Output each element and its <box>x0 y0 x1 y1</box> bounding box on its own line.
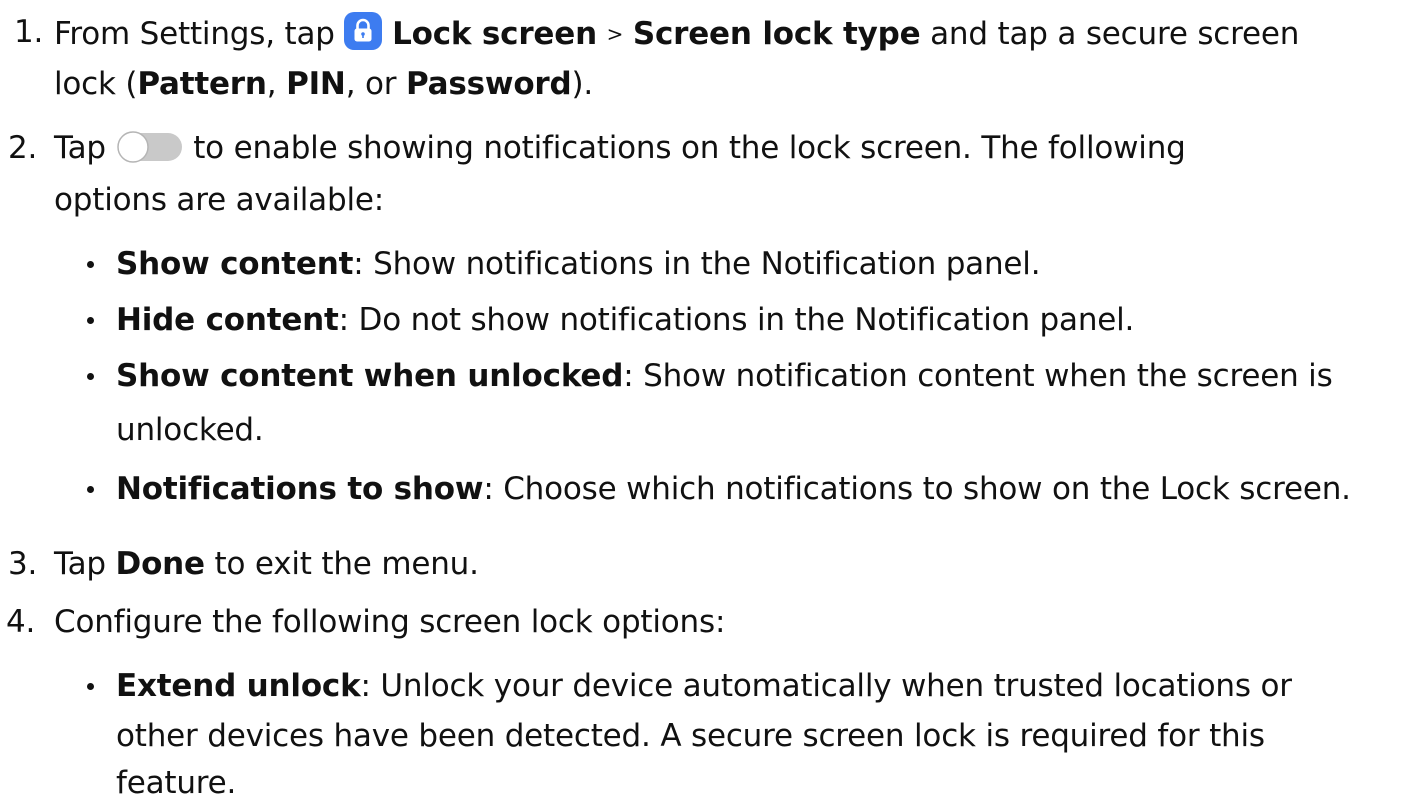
step-3-line-1: Tap Done to exit the menu. <box>54 544 479 584</box>
password-label: Password <box>405 66 572 102</box>
lock-icon <box>344 12 383 50</box>
step-1-line-2: lock (Pattern, PIN, or Password). <box>54 64 593 104</box>
option-desc: other devices have been detected. A secu… <box>116 718 1265 754</box>
option-line: Hide content: Do not show notifications … <box>116 300 1134 340</box>
step-text: ). <box>571 66 594 102</box>
step-number: 2. <box>8 130 38 166</box>
option-line: Notifications to show: Choose which noti… <box>116 469 1351 509</box>
step-text: to exit the menu. <box>214 546 479 582</box>
pin-label: PIN <box>286 66 346 102</box>
step-number: 1. <box>14 14 44 50</box>
option-line: Extend unlock: Unlock your device automa… <box>116 666 1292 706</box>
step-text: lock ( <box>54 66 138 102</box>
toggle-icon <box>116 131 182 163</box>
step-1-line-1: From Settings, tap Lock screen > Screen … <box>54 12 1299 54</box>
bullet <box>87 261 94 268</box>
option-term: Notifications to show <box>116 471 484 507</box>
step-text: and tap a secure screen <box>930 16 1300 52</box>
bullet <box>87 486 94 493</box>
option-term: Show content when unlocked <box>116 358 624 394</box>
option-line-cont: unlocked. <box>116 410 264 450</box>
step-text: Configure the following screen lock opti… <box>54 604 726 640</box>
step-number: 3. <box>8 546 38 582</box>
bullet <box>87 683 94 690</box>
instructions-page: 1. From Settings, tap Lock screen > Scre… <box>0 0 1428 801</box>
option-desc: unlocked. <box>116 412 264 448</box>
bullet <box>87 373 94 380</box>
option-desc: : Unlock your device automatically when … <box>360 668 1292 704</box>
screen-lock-type-label: Screen lock type <box>632 16 921 52</box>
step-text: options are available: <box>54 182 384 218</box>
option-term: Show content <box>116 246 354 282</box>
option-desc: : Show notification content when the scr… <box>623 358 1333 394</box>
step-text: to enable showing notifications on the l… <box>193 130 1186 166</box>
option-desc: feature. <box>116 765 237 801</box>
option-line: Show content: Show notifications in the … <box>116 244 1041 284</box>
option-line-cont: feature. <box>116 763 236 803</box>
option-term: Hide content <box>116 302 339 338</box>
step-2-line-2: options are available: <box>54 180 384 220</box>
step-text: , <box>266 66 277 102</box>
step-text: From Settings, tap <box>54 16 335 52</box>
option-term: Extend unlock <box>116 668 361 704</box>
pattern-label: Pattern <box>137 66 267 102</box>
step-text: Tap <box>54 546 106 582</box>
chevron-right-separator: > <box>606 22 624 46</box>
step-2-line-1: Tap to enable showing notifications on t… <box>54 128 1186 168</box>
lock-screen-label: Lock screen <box>392 16 597 52</box>
bullet <box>87 317 94 324</box>
step-text: Tap <box>54 130 106 166</box>
option-desc: : Do not show notifications in the Notif… <box>338 302 1135 338</box>
done-label: Done <box>115 546 206 582</box>
option-line-cont: other devices have been detected. A secu… <box>116 716 1265 756</box>
option-desc: : Choose which notifications to show on … <box>483 471 1351 507</box>
step-4-line-1: Configure the following screen lock opti… <box>54 602 725 642</box>
option-desc: : Show notifications in the Notification… <box>353 246 1041 282</box>
step-text: , or <box>345 66 397 102</box>
step-number: 4. <box>6 604 36 640</box>
option-line: Show content when unlocked: Show notific… <box>116 356 1333 396</box>
